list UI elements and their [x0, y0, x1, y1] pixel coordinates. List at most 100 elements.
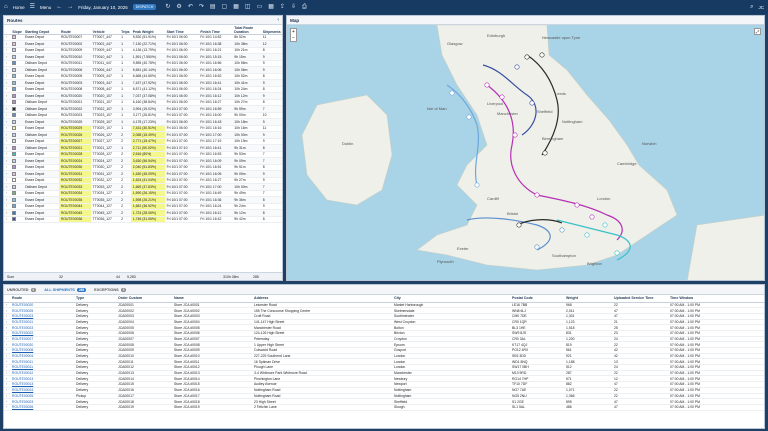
route-color-swatch[interactable] [12, 152, 17, 157]
date-selector[interactable]: Friday, January 10, 2025 [78, 5, 127, 10]
shipments-col-header[interactable]: City [392, 295, 510, 303]
route-row[interactable]: › Essex Depot ROUTE00036 TT0036_127 2 1,746 (… [4, 216, 282, 223]
route-color-swatch[interactable] [12, 158, 17, 163]
lock-icon[interactable]: ▢ [222, 4, 228, 10]
fullscreen-icon[interactable]: ⤢ [754, 28, 761, 35]
shipments-col-header[interactable]: Type [74, 295, 116, 303]
routes-col-header[interactable]: Total Route Duration [232, 25, 261, 35]
dispatch-badge[interactable]: DISPATCH [132, 4, 157, 10]
route-color-swatch[interactable] [12, 61, 17, 66]
redo-icon[interactable]: ↷ [199, 4, 204, 10]
map-place-label: Cambridge [617, 161, 637, 166]
route-color-swatch[interactable] [12, 41, 17, 46]
map-place-label: Glasgow [447, 41, 463, 46]
prev-date-icon[interactable]: ← [56, 4, 62, 10]
grid-icon[interactable]: ▦ [268, 4, 274, 10]
routes-panel-header: Routes ‹ [4, 16, 282, 25]
search-icon[interactable]: ⌕ [750, 4, 753, 10]
share-icon[interactable]: ⇪ [280, 4, 285, 10]
menu-icon[interactable]: ☰ [30, 4, 35, 10]
all-shipments-count-badge: 285 [76, 287, 87, 292]
route-color-swatch[interactable] [12, 48, 17, 53]
shipments-tabs: UNROUTED 0 ALL SHIPMENTS 285 EXCEPTIONS 3 [4, 285, 764, 295]
shipment-row[interactable]: › ROUTE00026 Delivery JCA00019 Store JCA #00… [4, 404, 764, 411]
footer-weight: 9,283 [127, 274, 136, 279]
shipments-col-header[interactable]: Uploaded Service Time [612, 295, 668, 303]
shipment-route-link[interactable]: ROUTE00026 [10, 404, 74, 411]
route-color-swatch[interactable] [12, 145, 17, 150]
home-button[interactable]: Home [13, 5, 25, 10]
routes-col-header[interactable]: Shipments [260, 25, 282, 35]
shipments-col-header[interactable]: Order Custom [116, 295, 172, 303]
route-color-swatch[interactable] [12, 119, 17, 124]
route-color-swatch[interactable] [12, 184, 17, 189]
user-avatar[interactable]: JC [759, 5, 765, 10]
route-color-swatch[interactable] [12, 54, 17, 59]
shipment-cell: 47 [612, 404, 668, 411]
route-color-swatch[interactable] [12, 178, 17, 183]
next-date-icon[interactable]: → [67, 4, 73, 10]
route-color-swatch[interactable] [12, 35, 17, 40]
routes-col-header[interactable]: Route [58, 25, 91, 35]
route-color-swatch[interactable] [12, 197, 17, 202]
route-color-swatch[interactable] [12, 74, 17, 79]
shipments-table: Route Type Order Custom Name Address City Post… [4, 295, 764, 411]
route-color-swatch[interactable] [12, 165, 17, 170]
routes-col-header[interactable]: Start Time [164, 25, 199, 35]
route-color-swatch[interactable] [12, 139, 17, 144]
map-panel-title: Map [290, 17, 300, 23]
route-color-swatch[interactable] [12, 171, 17, 176]
route-color-swatch[interactable] [12, 80, 17, 85]
map-canvas[interactable]: Edinburgh Glasgow Newcastle upon Tyne Is… [287, 25, 765, 281]
route-color-swatch[interactable] [12, 210, 17, 215]
shipments-col-header[interactable]: Address [252, 295, 392, 303]
routes-panel: Routes ‹ Slope Starting Depot Route Vehicle… [3, 15, 283, 281]
export-icon[interactable]: ⇩ [291, 4, 296, 10]
route-color-swatch[interactable] [12, 67, 17, 72]
map-place-label: Liverpool [487, 101, 503, 106]
settings-icon[interactable]: ⚙ [176, 4, 181, 10]
route-cell: 2 [119, 216, 131, 223]
layers-icon[interactable]: ◫ [245, 4, 251, 10]
route-color-swatch[interactable] [12, 126, 17, 131]
route-color-swatch[interactable] [12, 113, 17, 118]
map-zoom-control[interactable]: + − [290, 28, 297, 42]
shipment-cell: Delivery [74, 404, 116, 411]
route-color-swatch[interactable] [12, 191, 17, 196]
route-color-swatch[interactable] [12, 217, 17, 222]
route-color-swatch[interactable] [12, 87, 17, 92]
tab-all-shipments[interactable]: ALL SHIPMENTS 285 [44, 287, 87, 292]
document-icon[interactable]: ▤ [210, 4, 216, 10]
calendar-icon[interactable]: ▦ [233, 4, 239, 10]
shipments-col-header[interactable]: Postal Code [510, 295, 564, 303]
tab-unrouted[interactable]: UNROUTED 0 [7, 287, 37, 292]
routes-col-header[interactable]: Finish Time [198, 25, 233, 35]
tab-exceptions[interactable]: EXCEPTIONS 3 [94, 287, 127, 292]
undo-icon[interactable]: ↶ [188, 4, 193, 10]
routes-col-header[interactable]: Peak Weight [130, 25, 165, 35]
refresh-icon[interactable]: ↻ [165, 4, 170, 10]
route-color-swatch[interactable] [12, 204, 17, 209]
shipments-col-header[interactable]: Weight [564, 295, 612, 303]
print-icon[interactable]: ⎙ [302, 4, 307, 10]
routes-footer: Sum 32 44 9,283 310h 08m 285 [4, 272, 282, 280]
routes-col-header[interactable]: Slope [10, 25, 23, 35]
zoom-out-icon[interactable]: − [291, 35, 296, 41]
route-color-swatch[interactable] [12, 100, 17, 105]
routes-col-header[interactable]: Trips [119, 25, 131, 35]
shipments-col-header[interactable]: Route [10, 295, 74, 303]
map-place-label: Leeds [555, 91, 566, 96]
routes-col-header[interactable]: Vehicle [90, 25, 120, 35]
shipments-col-header[interactable]: Time Window [668, 295, 764, 303]
home-icon[interactable]: ⌂ [4, 4, 8, 10]
route-color-swatch[interactable] [12, 132, 17, 137]
route-color-swatch[interactable] [12, 93, 17, 98]
menu-button[interactable]: Menu [40, 5, 51, 10]
truck-icon[interactable]: ▭ [257, 4, 263, 10]
shipments-col-header[interactable]: Name [172, 295, 252, 303]
routes-col-header[interactable]: Starting Depot [23, 25, 59, 35]
top-toolbar: ⌂ Home ☰ Menu ← → Friday, January 10, 20… [0, 0, 768, 14]
route-color-swatch[interactable] [12, 106, 17, 111]
collapse-icon[interactable]: ‹ [277, 17, 279, 23]
map-place-label: Bristol [507, 211, 518, 216]
